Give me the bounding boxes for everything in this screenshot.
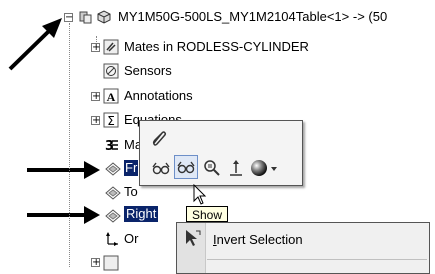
tree-item-mates[interactable]: Mates in RODLESS-CYLINDER: [124, 39, 309, 55]
hide-icon[interactable]: [152, 159, 170, 177]
mouse-cursor-icon: [193, 184, 207, 205]
callout-arrow-root: [8, 18, 62, 71]
material-icon: 3: [105, 139, 118, 153]
menu-item-invert-selection[interactable]: Invert Selection: [213, 232, 303, 248]
appearance-icon[interactable]: [250, 158, 280, 178]
tree-item-origin[interactable]: Or: [124, 231, 138, 247]
front-plane-icon: [105, 162, 121, 176]
tree-guide-line: [69, 23, 70, 267]
invert-selection-icon: [186, 230, 201, 246]
right-plane-icon: [105, 209, 121, 223]
zoom-to-selection-icon[interactable]: [203, 159, 221, 177]
show-tooltip: Show: [186, 206, 228, 222]
edit-icon[interactable]: [150, 129, 168, 147]
show-icon: [177, 161, 195, 174]
context-toolbar: [139, 120, 303, 186]
sensor-icon: [103, 63, 119, 79]
origin-icon: [106, 232, 118, 246]
context-menu: Invert Selection: [176, 222, 430, 274]
annotations-icon: A: [103, 88, 119, 104]
expand-mates-toggle[interactable]: +: [91, 43, 100, 53]
expand-feature-toggle[interactable]: +: [91, 258, 100, 268]
tree-item-annotations[interactable]: Annotations: [124, 88, 193, 104]
part-icon: [97, 10, 111, 24]
top-plane-icon: [105, 186, 121, 200]
expand-annotations-toggle[interactable]: +: [91, 92, 100, 102]
callout-arrow-front-plane: [27, 161, 100, 179]
root-component-label[interactable]: MY1M50G-500LS_MY1M2104Table<1> -> (50: [118, 9, 387, 25]
menu-separator: [207, 259, 427, 260]
show-button[interactable]: [174, 155, 198, 179]
normal-to-icon[interactable]: [227, 159, 245, 177]
equations-icon: Σ: [103, 112, 119, 128]
callout-arrow-right-plane: [27, 206, 100, 224]
collapse-root-toggle[interactable]: −: [64, 13, 73, 23]
tree-item-right-plane[interactable]: Right: [124, 206, 159, 222]
expand-equations-toggle[interactable]: +: [91, 116, 100, 126]
svg-text:Σ: Σ: [107, 114, 115, 128]
tree-item-top-plane[interactable]: To: [124, 184, 138, 200]
svg-text:A: A: [107, 90, 116, 104]
tree-item-front-plane[interactable]: Fr: [124, 160, 139, 176]
tree-item-sensors[interactable]: Sensors: [124, 63, 172, 79]
assembly-icon: [79, 11, 92, 24]
feature-icon: [103, 255, 119, 271]
mates-icon: [103, 39, 119, 55]
